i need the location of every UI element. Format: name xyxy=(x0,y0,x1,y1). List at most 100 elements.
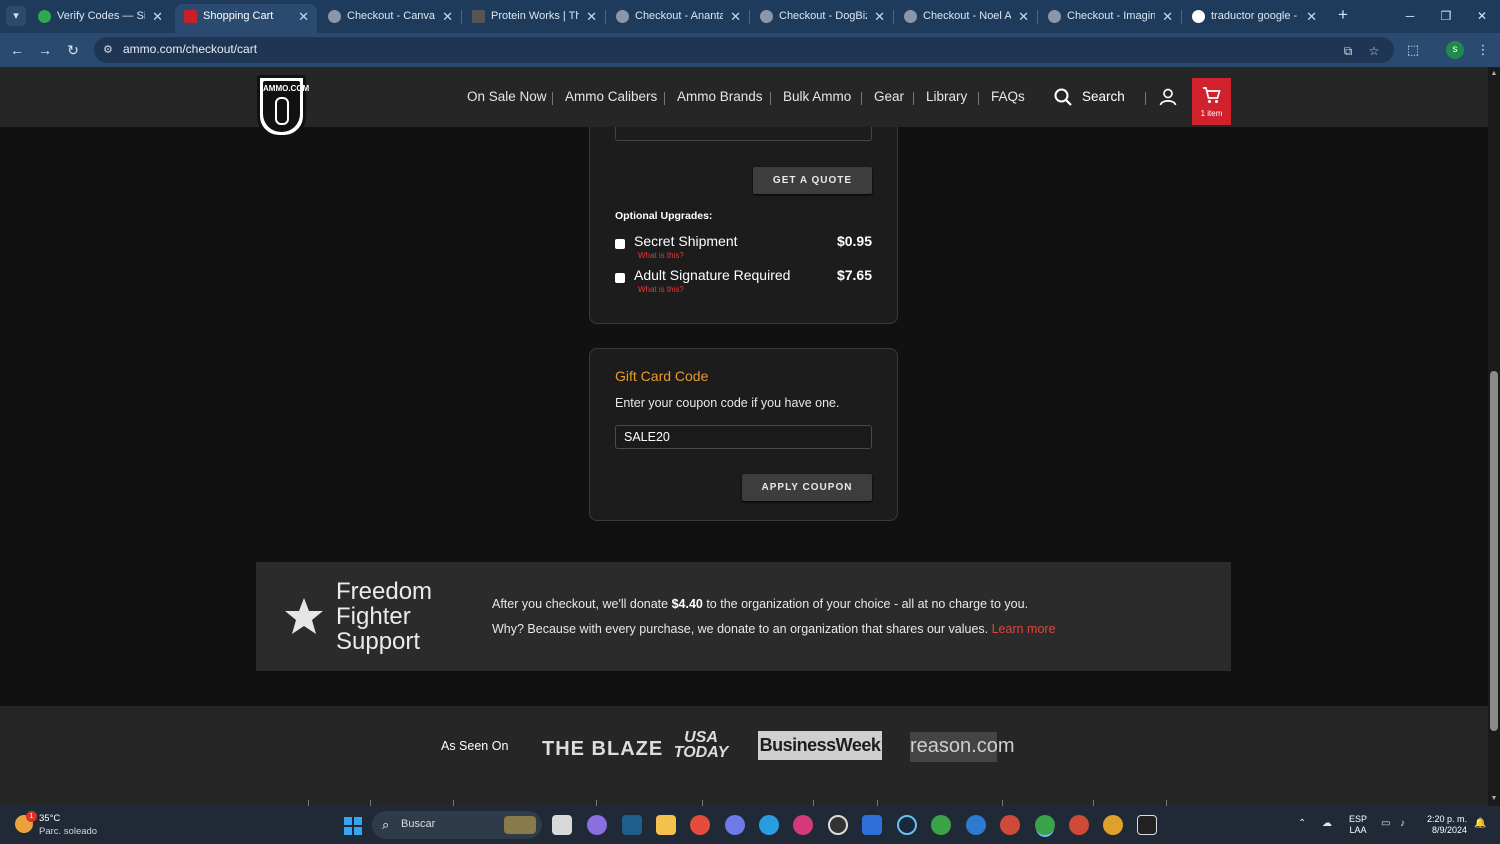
steam-icon[interactable] xyxy=(897,815,917,835)
browser-tab-bar: ▾ Verify Codes — Simpl ✕ Shopping Cart ✕… xyxy=(0,0,1500,33)
search-link[interactable]: Search xyxy=(1082,89,1125,104)
restore-icon[interactable]: ❐ xyxy=(1436,6,1456,26)
weather-temp[interactable]: 35°C xyxy=(39,813,60,824)
upgrade-row-secret-shipment: Secret Shipment What is this? $0.95 xyxy=(615,233,872,263)
tab-search-menu-icon[interactable]: ▾ xyxy=(6,6,26,26)
browser-tab[interactable]: Checkout - Ananta St ✕ xyxy=(607,4,749,33)
weather-desc[interactable]: Parc. soleado xyxy=(39,826,97,837)
extensions-icon[interactable]: ⬚ xyxy=(1403,40,1423,60)
tab-close-icon[interactable]: ✕ xyxy=(1306,4,1317,29)
tab-close-icon[interactable]: ✕ xyxy=(1162,4,1173,29)
nav-library[interactable]: Library xyxy=(926,89,967,104)
secret-shipment-checkbox[interactable] xyxy=(615,239,625,249)
ammo-com-logo[interactable]: AMMO.COM xyxy=(257,75,309,138)
tab-close-icon[interactable]: ✕ xyxy=(442,4,453,29)
apply-coupon-button[interactable]: APPLY COUPON xyxy=(742,474,872,501)
tab-close-icon[interactable]: ✕ xyxy=(152,4,163,29)
upgrades-title: Optional Upgrades: xyxy=(615,210,713,222)
nav-ammo-brands[interactable]: Ammo Brands xyxy=(677,89,763,104)
network-icon[interactable]: ▭ xyxy=(1381,818,1390,829)
adult-signature-checkbox[interactable] xyxy=(615,273,625,283)
browser-tab-active[interactable]: Shopping Cart ✕ xyxy=(175,4,317,33)
edge-icon[interactable] xyxy=(759,815,779,835)
cart-icon xyxy=(1203,87,1221,103)
what-is-this-link[interactable]: What is this? xyxy=(638,285,684,294)
as-seen-on-label: As Seen On xyxy=(441,739,509,753)
task-view-icon[interactable] xyxy=(552,815,572,835)
site-settings-icon[interactable]: ⚙ xyxy=(103,43,117,57)
user-account-icon[interactable] xyxy=(1159,88,1177,106)
chrome-profile-icon[interactable] xyxy=(1000,815,1020,835)
chrome-profile-icon[interactable] xyxy=(1103,815,1123,835)
volume-icon[interactable]: ♪ xyxy=(1400,818,1405,829)
system-clock[interactable]: 2:20 p. m. 8/9/2024 xyxy=(1423,814,1467,836)
translate-icon[interactable]: ⧉ xyxy=(1340,43,1356,59)
file-explorer-icon[interactable] xyxy=(656,815,676,835)
nav-gear[interactable]: Gear xyxy=(874,89,904,104)
forward-icon[interactable]: → xyxy=(35,40,55,60)
nav-bulk-ammo[interactable]: Bulk Ammo xyxy=(783,89,851,104)
vr-app-icon[interactable] xyxy=(1137,815,1157,835)
onedrive-icon[interactable]: ☁ xyxy=(1322,818,1332,829)
chrome-profile-icon[interactable] xyxy=(931,815,951,835)
browser-tab[interactable]: Checkout - Noel Asm ✕ xyxy=(895,4,1037,33)
search-icon[interactable] xyxy=(1054,88,1072,106)
back-icon[interactable]: ← xyxy=(7,40,27,60)
new-tab-icon[interactable]: + xyxy=(1333,5,1353,25)
minimize-icon[interactable]: ─ xyxy=(1400,6,1420,26)
tab-close-icon[interactable]: ✕ xyxy=(874,4,885,29)
tab-close-icon[interactable]: ✕ xyxy=(730,4,741,29)
minuteman-logo-icon xyxy=(274,97,289,125)
store-app-icon[interactable] xyxy=(622,815,642,835)
chrome-profile-icon[interactable] xyxy=(1069,815,1089,835)
as-seen-on-band: As Seen On THE BLAZE USA TODAY BusinessW… xyxy=(0,706,1488,806)
what-is-this-link[interactable]: What is this? xyxy=(638,251,684,260)
nav-ammo-calibers[interactable]: Ammo Calibers xyxy=(565,89,657,104)
coupon-code-input[interactable] xyxy=(615,425,872,449)
headset-app-icon[interactable] xyxy=(793,815,813,835)
browser-tab[interactable]: traductor google - Bu ✕ xyxy=(1183,4,1325,33)
windows-start-icon[interactable] xyxy=(344,817,362,835)
notifications-icon[interactable]: 🔔 xyxy=(1474,818,1486,829)
gift-card-title: Gift Card Code xyxy=(615,368,709,384)
scroll-thumb[interactable] xyxy=(1490,371,1498,731)
nav-faqs[interactable]: FAQs xyxy=(991,89,1025,104)
donation-amount: $4.40 xyxy=(671,597,703,611)
copilot-icon[interactable] xyxy=(587,815,607,835)
browser-tab[interactable]: Protein Works | The B ✕ xyxy=(463,4,605,33)
tab-favicon-icon xyxy=(38,10,51,23)
address-bar[interactable]: ⚙ ammo.com/checkout/cart ⧉ ☆ xyxy=(94,37,1394,63)
page-scrollbar[interactable]: ▲ ▼ xyxy=(1488,67,1500,806)
google-favicon-icon xyxy=(1192,10,1205,23)
chrome-active-icon[interactable] xyxy=(1035,815,1055,835)
businessweek-logo: BusinessWeek xyxy=(758,731,882,760)
browser-tab[interactable]: Verify Codes — Simpl ✕ xyxy=(29,4,171,33)
reload-icon[interactable]: ↻ xyxy=(63,40,83,60)
learn-more-link[interactable]: Learn more xyxy=(992,622,1056,636)
close-window-icon[interactable]: ✕ xyxy=(1472,6,1492,26)
input-language[interactable]: ESP LAA xyxy=(1349,814,1367,836)
url-text[interactable]: ammo.com/checkout/cart xyxy=(123,42,257,56)
cart-button[interactable]: 1 item xyxy=(1192,78,1231,125)
tab-close-icon[interactable]: ✕ xyxy=(298,4,309,29)
ms-store-icon[interactable] xyxy=(862,815,882,835)
browser-tab[interactable]: Checkout - Imaginary ✕ xyxy=(1039,4,1181,33)
scroll-up-icon[interactable]: ▲ xyxy=(1490,70,1498,78)
obs-icon[interactable] xyxy=(828,815,848,835)
nav-on-sale-now[interactable]: On Sale Now xyxy=(467,89,547,104)
taskbar-search[interactable]: ⌕ Buscar xyxy=(372,811,542,839)
scroll-down-icon[interactable]: ▼ xyxy=(1490,795,1498,803)
get-quote-button[interactable]: GET A QUOTE xyxy=(753,167,872,194)
upgrade-name: Adult Signature Required xyxy=(634,267,791,283)
profile-avatar[interactable]: s xyxy=(1446,41,1464,59)
bookmark-star-icon[interactable]: ☆ xyxy=(1366,43,1382,59)
tray-overflow-icon[interactable]: ⌃ xyxy=(1298,818,1306,829)
browser-tab[interactable]: Checkout - DogBiznu ✕ xyxy=(751,4,893,33)
browser-menu-icon[interactable]: ⋮ xyxy=(1473,40,1493,60)
browser-tab[interactable]: Checkout - Canvas St ✕ xyxy=(319,4,461,33)
tab-close-icon[interactable]: ✕ xyxy=(586,4,597,29)
settings-app-icon[interactable] xyxy=(725,815,745,835)
chrome-icon[interactable] xyxy=(690,815,710,835)
tab-close-icon[interactable]: ✕ xyxy=(1018,4,1029,29)
chrome-profile-icon[interactable] xyxy=(966,815,986,835)
